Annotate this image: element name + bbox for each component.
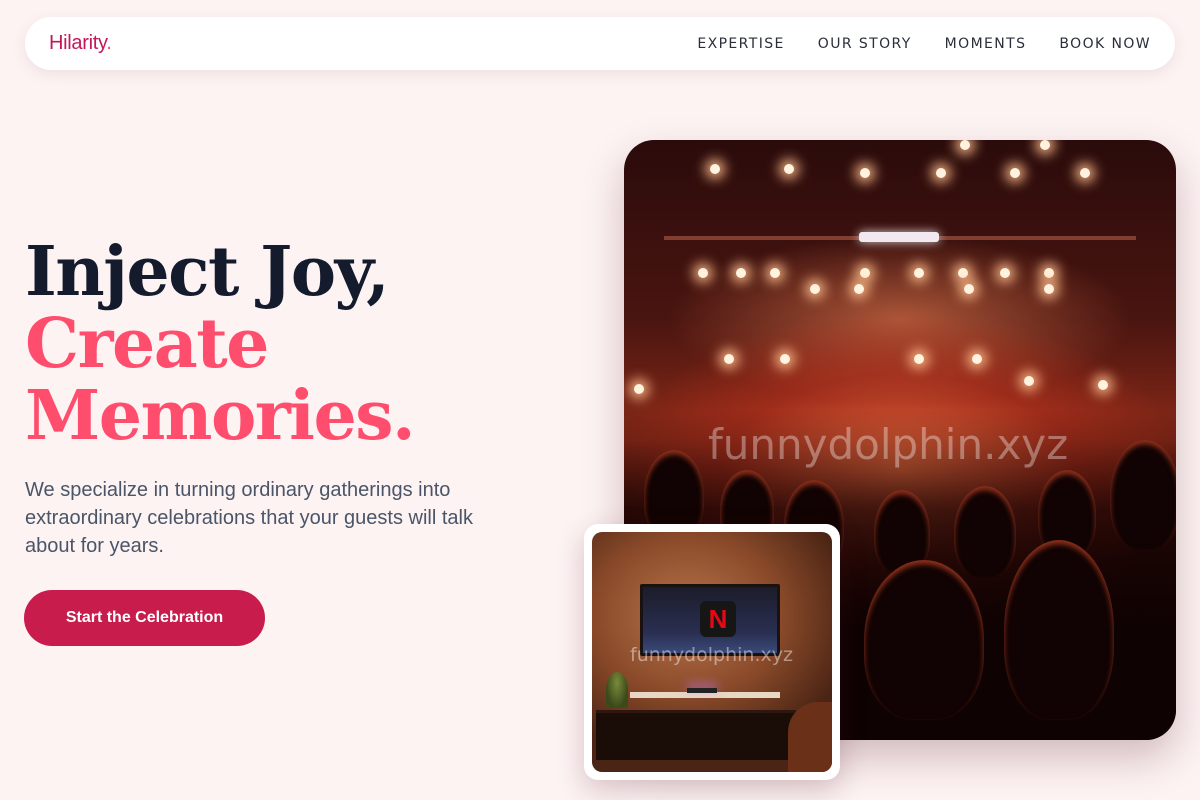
soundbar [687, 688, 717, 693]
stage-light [964, 284, 974, 294]
stage-light [914, 354, 924, 364]
stage-light [960, 140, 970, 150]
brand-dot: . [106, 32, 112, 54]
crowd-head [864, 560, 984, 720]
nav-link-our-story[interactable]: OUR STORY [818, 36, 912, 52]
hero-description: We specialize in turning ordinary gather… [25, 479, 473, 557]
stage-light [860, 168, 870, 178]
tv-room-image: N funnydolphin.xyz [592, 532, 832, 772]
stage-light [1024, 376, 1034, 386]
nav-link-book-now[interactable]: BOOK NOW [1059, 36, 1151, 52]
stage-light [724, 354, 734, 364]
stage-light [698, 268, 708, 278]
stage-light [860, 268, 870, 278]
crowd-head [1110, 440, 1176, 550]
stage-light [784, 164, 794, 174]
start-celebration-button[interactable]: Start the Celebration [24, 590, 265, 646]
stage-light [1010, 168, 1020, 178]
stage-light [710, 164, 720, 174]
nav-link-moments[interactable]: MOMENTS [945, 36, 1027, 52]
hero-title-line-2: Create [25, 304, 269, 384]
stage-light [634, 384, 644, 394]
stage-light [1098, 380, 1108, 390]
sofa [788, 702, 832, 772]
plant [606, 672, 628, 708]
brand-name: Hilarity [49, 32, 107, 54]
streaming-logo-icon: N [700, 601, 736, 637]
stage-light [936, 168, 946, 178]
crowd-head [1004, 540, 1114, 720]
tv-screen: N [640, 584, 780, 656]
hero-title-line-1: Inject Joy, [25, 232, 390, 312]
stage-light [770, 268, 780, 278]
stage-light [736, 268, 746, 278]
stage-light-bar [859, 232, 939, 242]
stage-light [972, 354, 982, 364]
top-navbar: Hilarity. EXPERTISE OUR STORY MOMENTS BO… [25, 17, 1175, 70]
stage-light [1040, 140, 1050, 150]
tv-room-card: N funnydolphin.xyz [584, 524, 840, 780]
stage-light [810, 284, 820, 294]
tv-cabinet [596, 710, 796, 760]
stage-light [1044, 284, 1054, 294]
stage-light [1044, 268, 1054, 278]
brand-logo[interactable]: Hilarity. [49, 32, 112, 55]
stage-light [854, 284, 864, 294]
landing-page: Hilarity. EXPERTISE OUR STORY MOMENTS BO… [0, 0, 1200, 800]
stage-light [914, 268, 924, 278]
hero-title: Inject Joy, Create Memories. [25, 232, 416, 456]
stage-light [780, 354, 790, 364]
crowd-head [954, 486, 1016, 578]
stage-light [958, 268, 968, 278]
stage-light [1080, 168, 1090, 178]
stage-light [1000, 268, 1010, 278]
hero-title-line-3: Memories. [25, 376, 416, 456]
nav-link-expertise[interactable]: EXPERTISE [697, 36, 784, 52]
nav-links: EXPERTISE OUR STORY MOMENTS BOOK NOW [697, 36, 1151, 52]
